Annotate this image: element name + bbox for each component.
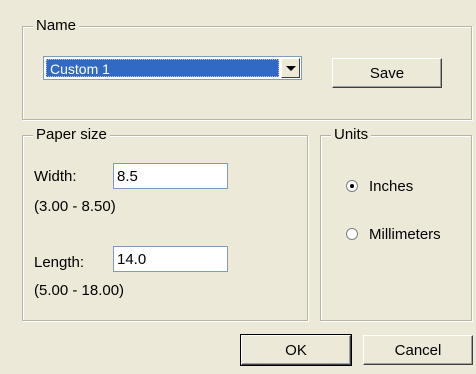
millimeters-radio[interactable] (346, 228, 358, 240)
chevron-down-icon (285, 65, 296, 71)
save-button[interactable]: Save (332, 58, 442, 88)
ok-button[interactable]: OK (240, 334, 352, 366)
length-label: Length: (34, 254, 85, 271)
paper-size-legend: Paper size (33, 126, 110, 144)
name-dropdown-value: Custom 1 (46, 59, 279, 77)
width-input[interactable] (113, 163, 228, 189)
width-label: Width: (34, 168, 77, 185)
width-range: (3.00 - 8.50) (34, 198, 116, 215)
name-group-legend: Name (33, 17, 80, 35)
units-legend: Units (331, 126, 372, 144)
length-range: (5.00 - 18.00) (34, 282, 125, 299)
ok-button-label: OK (285, 341, 307, 359)
inches-label[interactable]: Inches (369, 178, 413, 196)
length-input[interactable] (113, 246, 228, 272)
inches-radio[interactable] (346, 180, 358, 192)
millimeters-label[interactable]: Millimeters (369, 226, 441, 244)
cancel-button-label: Cancel (394, 341, 442, 359)
radio-selected-dot (350, 184, 354, 188)
dropdown-button[interactable] (281, 58, 300, 78)
name-dropdown[interactable]: Custom 1 (43, 56, 302, 80)
cancel-button[interactable]: Cancel (363, 335, 473, 365)
save-button-label: Save (369, 64, 405, 82)
